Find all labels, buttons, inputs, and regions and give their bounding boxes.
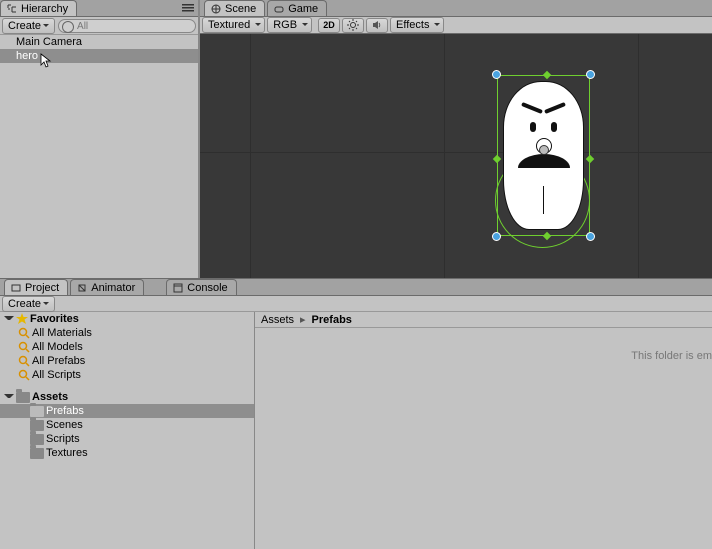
- favorites-header[interactable]: Favorites: [0, 312, 254, 326]
- lighting-toggle[interactable]: [342, 18, 364, 33]
- tab-scene-label: Scene: [225, 3, 256, 15]
- hierarchy-item-hero[interactable]: hero: [0, 49, 198, 63]
- tab-project[interactable]: Project: [4, 279, 68, 295]
- folder-prefabs[interactable]: Prefabs: [0, 404, 254, 418]
- panel-menu-icon[interactable]: [178, 3, 198, 16]
- scene-panel: Scene Game Textured RGB 2D: [200, 0, 712, 278]
- hierarchy-list: Main Camera hero: [0, 35, 198, 278]
- hierarchy-item-label: hero: [16, 50, 38, 62]
- breadcrumb: Assets ▸ Prefabs: [255, 312, 712, 328]
- hierarchy-search-input[interactable]: All: [58, 19, 196, 33]
- audio-toggle[interactable]: [366, 18, 388, 33]
- empty-folder-message: This folder is em: [631, 350, 712, 362]
- speaker-icon: [371, 19, 383, 31]
- resize-handle-br[interactable]: [586, 232, 595, 241]
- search-icon: [18, 369, 30, 381]
- assets-label: Assets: [32, 391, 68, 403]
- create-button-label: Create: [8, 20, 41, 32]
- tab-hierarchy-label: Hierarchy: [21, 3, 68, 15]
- scene-icon: [211, 4, 221, 14]
- tab-console-label: Console: [187, 282, 227, 294]
- resize-handle-tl[interactable]: [492, 70, 501, 79]
- favorite-all-prefabs[interactable]: All Prefabs: [0, 354, 254, 368]
- favorites-label: Favorites: [30, 313, 79, 325]
- mode-2d-label: 2D: [323, 20, 335, 30]
- favorite-label: All Materials: [32, 327, 92, 339]
- hierarchy-panel: Hierarchy Create All Main Camera hero: [0, 0, 200, 278]
- tab-scene[interactable]: Scene: [204, 0, 265, 16]
- favorite-label: All Models: [32, 341, 83, 353]
- animator-icon: [77, 283, 87, 293]
- folder-icon: [16, 392, 30, 403]
- chevron-down-icon: [43, 24, 49, 28]
- disclosure-triangle-icon[interactable]: [4, 392, 14, 402]
- game-icon: [274, 4, 284, 14]
- favorite-label: All Prefabs: [32, 355, 85, 367]
- sun-icon: [347, 19, 359, 31]
- search-placeholder: All: [77, 21, 88, 32]
- project-icon: [11, 283, 21, 293]
- search-icon: [18, 341, 30, 353]
- assets-header[interactable]: Assets: [0, 390, 254, 404]
- disclosure-triangle-icon[interactable]: [4, 314, 14, 324]
- folder-label: Textures: [46, 447, 88, 459]
- folder-label: Prefabs: [46, 405, 84, 417]
- hierarchy-item-main-camera[interactable]: Main Camera: [0, 35, 198, 49]
- create-button[interactable]: Create: [2, 18, 55, 34]
- breadcrumb-prefabs[interactable]: Prefabs: [312, 314, 352, 326]
- tab-hierarchy[interactable]: Hierarchy: [0, 0, 77, 16]
- project-create-button[interactable]: Create: [2, 296, 55, 312]
- folder-label: Scripts: [46, 433, 80, 445]
- favorite-all-scripts[interactable]: All Scripts: [0, 368, 254, 382]
- console-icon: [173, 283, 183, 293]
- pivot-handle[interactable]: [539, 145, 549, 155]
- tab-project-label: Project: [25, 282, 59, 294]
- breadcrumb-assets[interactable]: Assets: [261, 314, 294, 326]
- hierarchy-icon: [7, 4, 17, 14]
- chevron-down-icon: [43, 302, 49, 306]
- favorite-label: All Scripts: [32, 369, 81, 381]
- tab-game-label: Game: [288, 3, 318, 15]
- sprite-body: [503, 81, 584, 230]
- resize-handle-tr[interactable]: [586, 70, 595, 79]
- folder-icon: [30, 434, 44, 445]
- folder-scenes[interactable]: Scenes: [0, 418, 254, 432]
- folder-icon: [30, 448, 44, 459]
- folder-contents[interactable]: This folder is em: [255, 328, 712, 549]
- favorite-all-materials[interactable]: All Materials: [0, 326, 254, 340]
- mode-2d-button[interactable]: 2D: [318, 18, 340, 33]
- search-icon: [18, 327, 30, 339]
- render-mode-dropdown[interactable]: RGB: [267, 17, 312, 33]
- project-tree: Favorites All Materials All Models All P…: [0, 312, 255, 549]
- folder-icon: [30, 420, 44, 431]
- shading-mode-dropdown[interactable]: Textured: [202, 17, 265, 33]
- effects-dropdown[interactable]: Effects: [390, 17, 444, 33]
- search-icon: [18, 355, 30, 367]
- scene-viewport[interactable]: [200, 34, 712, 278]
- selected-sprite[interactable]: [497, 75, 590, 236]
- tab-game[interactable]: Game: [267, 0, 327, 16]
- folder-scripts[interactable]: Scripts: [0, 432, 254, 446]
- folder-textures[interactable]: Textures: [0, 446, 254, 460]
- breadcrumb-separator-icon: ▸: [300, 313, 306, 326]
- tab-console[interactable]: Console: [166, 279, 236, 295]
- cursor-icon: [40, 53, 52, 69]
- resize-handle-bl[interactable]: [492, 232, 501, 241]
- folder-label: Scenes: [46, 419, 83, 431]
- project-content: Assets ▸ Prefabs This folder is em: [255, 312, 712, 549]
- favorite-all-models[interactable]: All Models: [0, 340, 254, 354]
- tab-animator-label: Animator: [91, 282, 135, 294]
- project-create-label: Create: [8, 298, 41, 310]
- folder-icon: [30, 406, 44, 417]
- star-icon: [16, 313, 28, 325]
- tab-animator[interactable]: Animator: [70, 279, 144, 295]
